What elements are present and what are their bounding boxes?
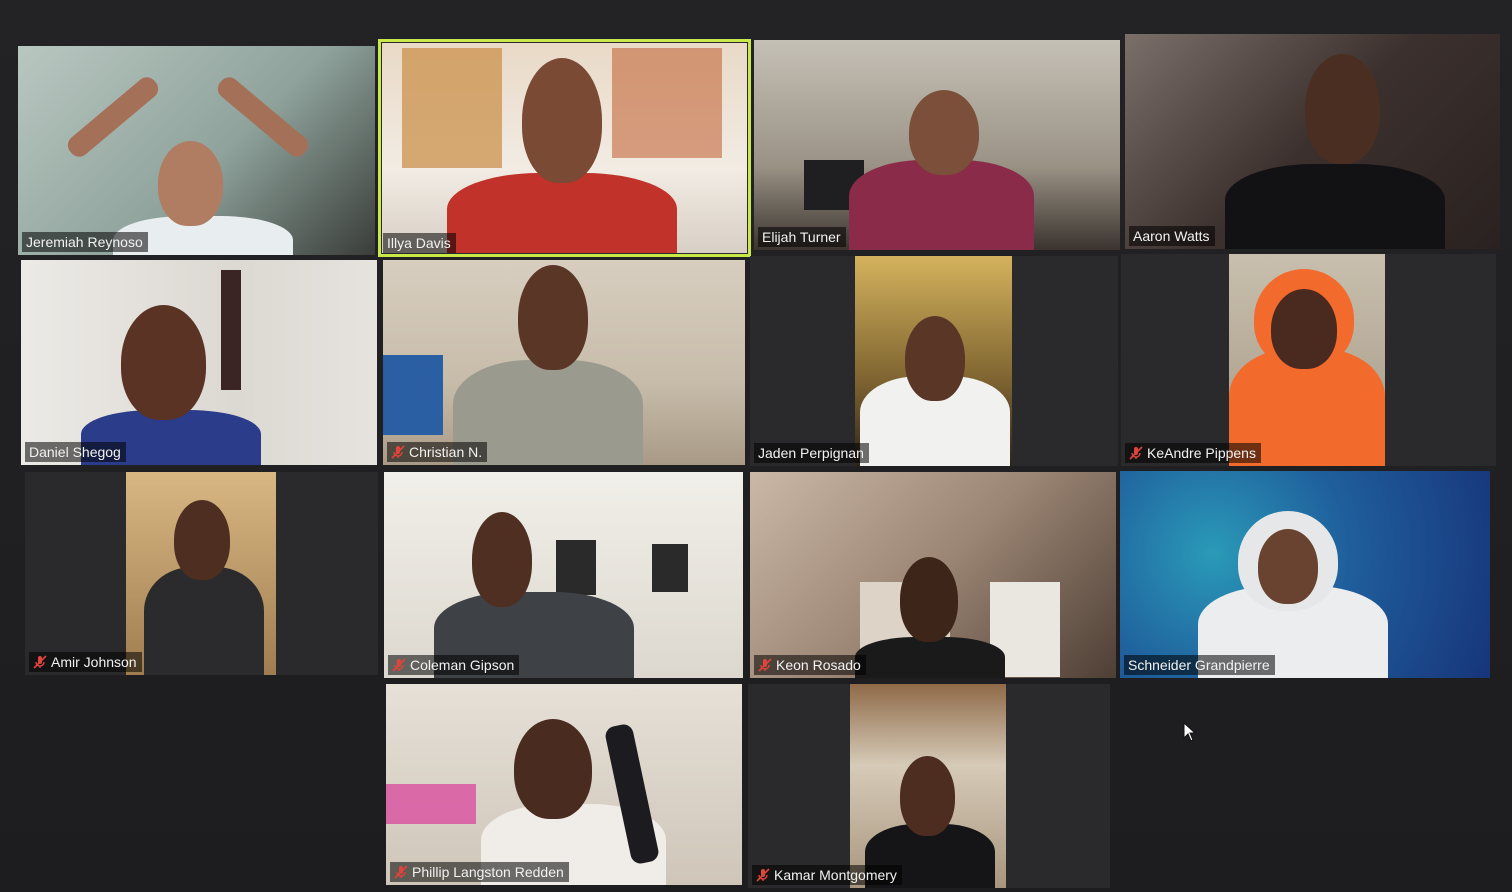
participant-name: Schneider Grandpierre [1128, 657, 1270, 673]
participant-name-tag: Jeremiah Reynoso [22, 232, 148, 252]
participant-name-tag: Illya Davis [383, 233, 456, 253]
participant-name: Kamar Montgomery [774, 867, 897, 883]
mic-off-icon [1129, 446, 1143, 460]
participant-video [126, 472, 276, 675]
participant-video [855, 256, 1012, 466]
participant-tile-kamar-montgomery[interactable]: Kamar Montgomery [748, 684, 1110, 888]
participant-name-tag: Schneider Grandpierre [1124, 655, 1275, 675]
participant-name: Aaron Watts [1133, 228, 1210, 244]
zoom-gallery-view: Jeremiah Reynoso Illya Davis Elijah Turn… [0, 0, 1512, 892]
participant-name: Keon Rosado [776, 657, 861, 673]
participant-name-tag: KeAndre Pippens [1125, 443, 1261, 463]
participant-name-tag: Amir Johnson [29, 652, 142, 672]
participant-name-tag: Kamar Montgomery [752, 865, 902, 885]
participant-video [21, 260, 377, 465]
participant-video [384, 472, 743, 678]
participant-name: Elijah Turner [762, 229, 841, 245]
participant-tile-daniel-shegog[interactable]: Daniel Shegog [21, 260, 377, 465]
mic-off-icon [758, 658, 772, 672]
participant-name: Christian N. [409, 444, 483, 460]
participant-name: Amir Johnson [51, 654, 137, 670]
participant-video [1229, 254, 1385, 466]
participant-name-tag: Daniel Shegog [25, 442, 126, 462]
participant-video [1120, 471, 1490, 678]
participant-name-tag: Elijah Turner [758, 227, 846, 247]
participant-tile-illya-davis[interactable]: Illya Davis [378, 39, 751, 257]
participant-name: Coleman Gipson [410, 657, 515, 673]
mic-off-icon [394, 865, 408, 879]
mic-off-icon [392, 658, 406, 672]
mic-off-icon [33, 655, 47, 669]
participant-tile-aaron-watts[interactable]: Aaron Watts [1125, 34, 1500, 249]
participant-tile-amir-johnson[interactable]: Amir Johnson [25, 472, 378, 675]
participant-name-tag: Keon Rosado [754, 655, 866, 675]
participant-video [750, 472, 1116, 678]
participant-tile-phillip-langston-redden[interactable]: Phillip Langston Redden [386, 684, 742, 885]
participant-name-tag: Phillip Langston Redden [390, 862, 569, 882]
participant-video [1125, 34, 1500, 249]
participant-video [850, 684, 1006, 888]
participant-tile-keon-rosado[interactable]: Keon Rosado [750, 472, 1116, 678]
participant-video [386, 684, 742, 885]
participant-tile-keandre-pippens[interactable]: KeAndre Pippens [1121, 254, 1496, 466]
participant-tile-coleman-gipson[interactable]: Coleman Gipson [384, 472, 743, 678]
participant-video [382, 43, 747, 253]
participant-video [383, 260, 745, 465]
participant-name: KeAndre Pippens [1147, 445, 1256, 461]
participant-name-tag: Coleman Gipson [388, 655, 520, 675]
participant-tile-jeremiah-reynoso[interactable]: Jeremiah Reynoso [18, 46, 375, 255]
participant-tile-elijah-turner[interactable]: Elijah Turner [754, 40, 1120, 250]
participant-name: Jaden Perpignan [758, 445, 864, 461]
participant-name-tag: Jaden Perpignan [754, 443, 869, 463]
participant-name: Jeremiah Reynoso [26, 234, 143, 250]
participant-video [18, 46, 375, 255]
participant-tile-jaden-perpignan[interactable]: Jaden Perpignan [750, 256, 1118, 466]
mouse-pointer-icon [1183, 722, 1197, 742]
mic-off-icon [756, 868, 770, 882]
participant-name: Daniel Shegog [29, 444, 121, 460]
participant-name-tag: Aaron Watts [1129, 226, 1215, 246]
participant-tile-schneider-grandpierre[interactable]: Schneider Grandpierre [1120, 471, 1490, 678]
participant-tile-christian-n[interactable]: Christian N. [383, 260, 745, 465]
participant-name: Illya Davis [387, 235, 451, 251]
participant-name: Phillip Langston Redden [412, 864, 564, 880]
participant-video [754, 40, 1120, 250]
mic-off-icon [391, 445, 405, 459]
participant-name-tag: Christian N. [387, 442, 488, 462]
